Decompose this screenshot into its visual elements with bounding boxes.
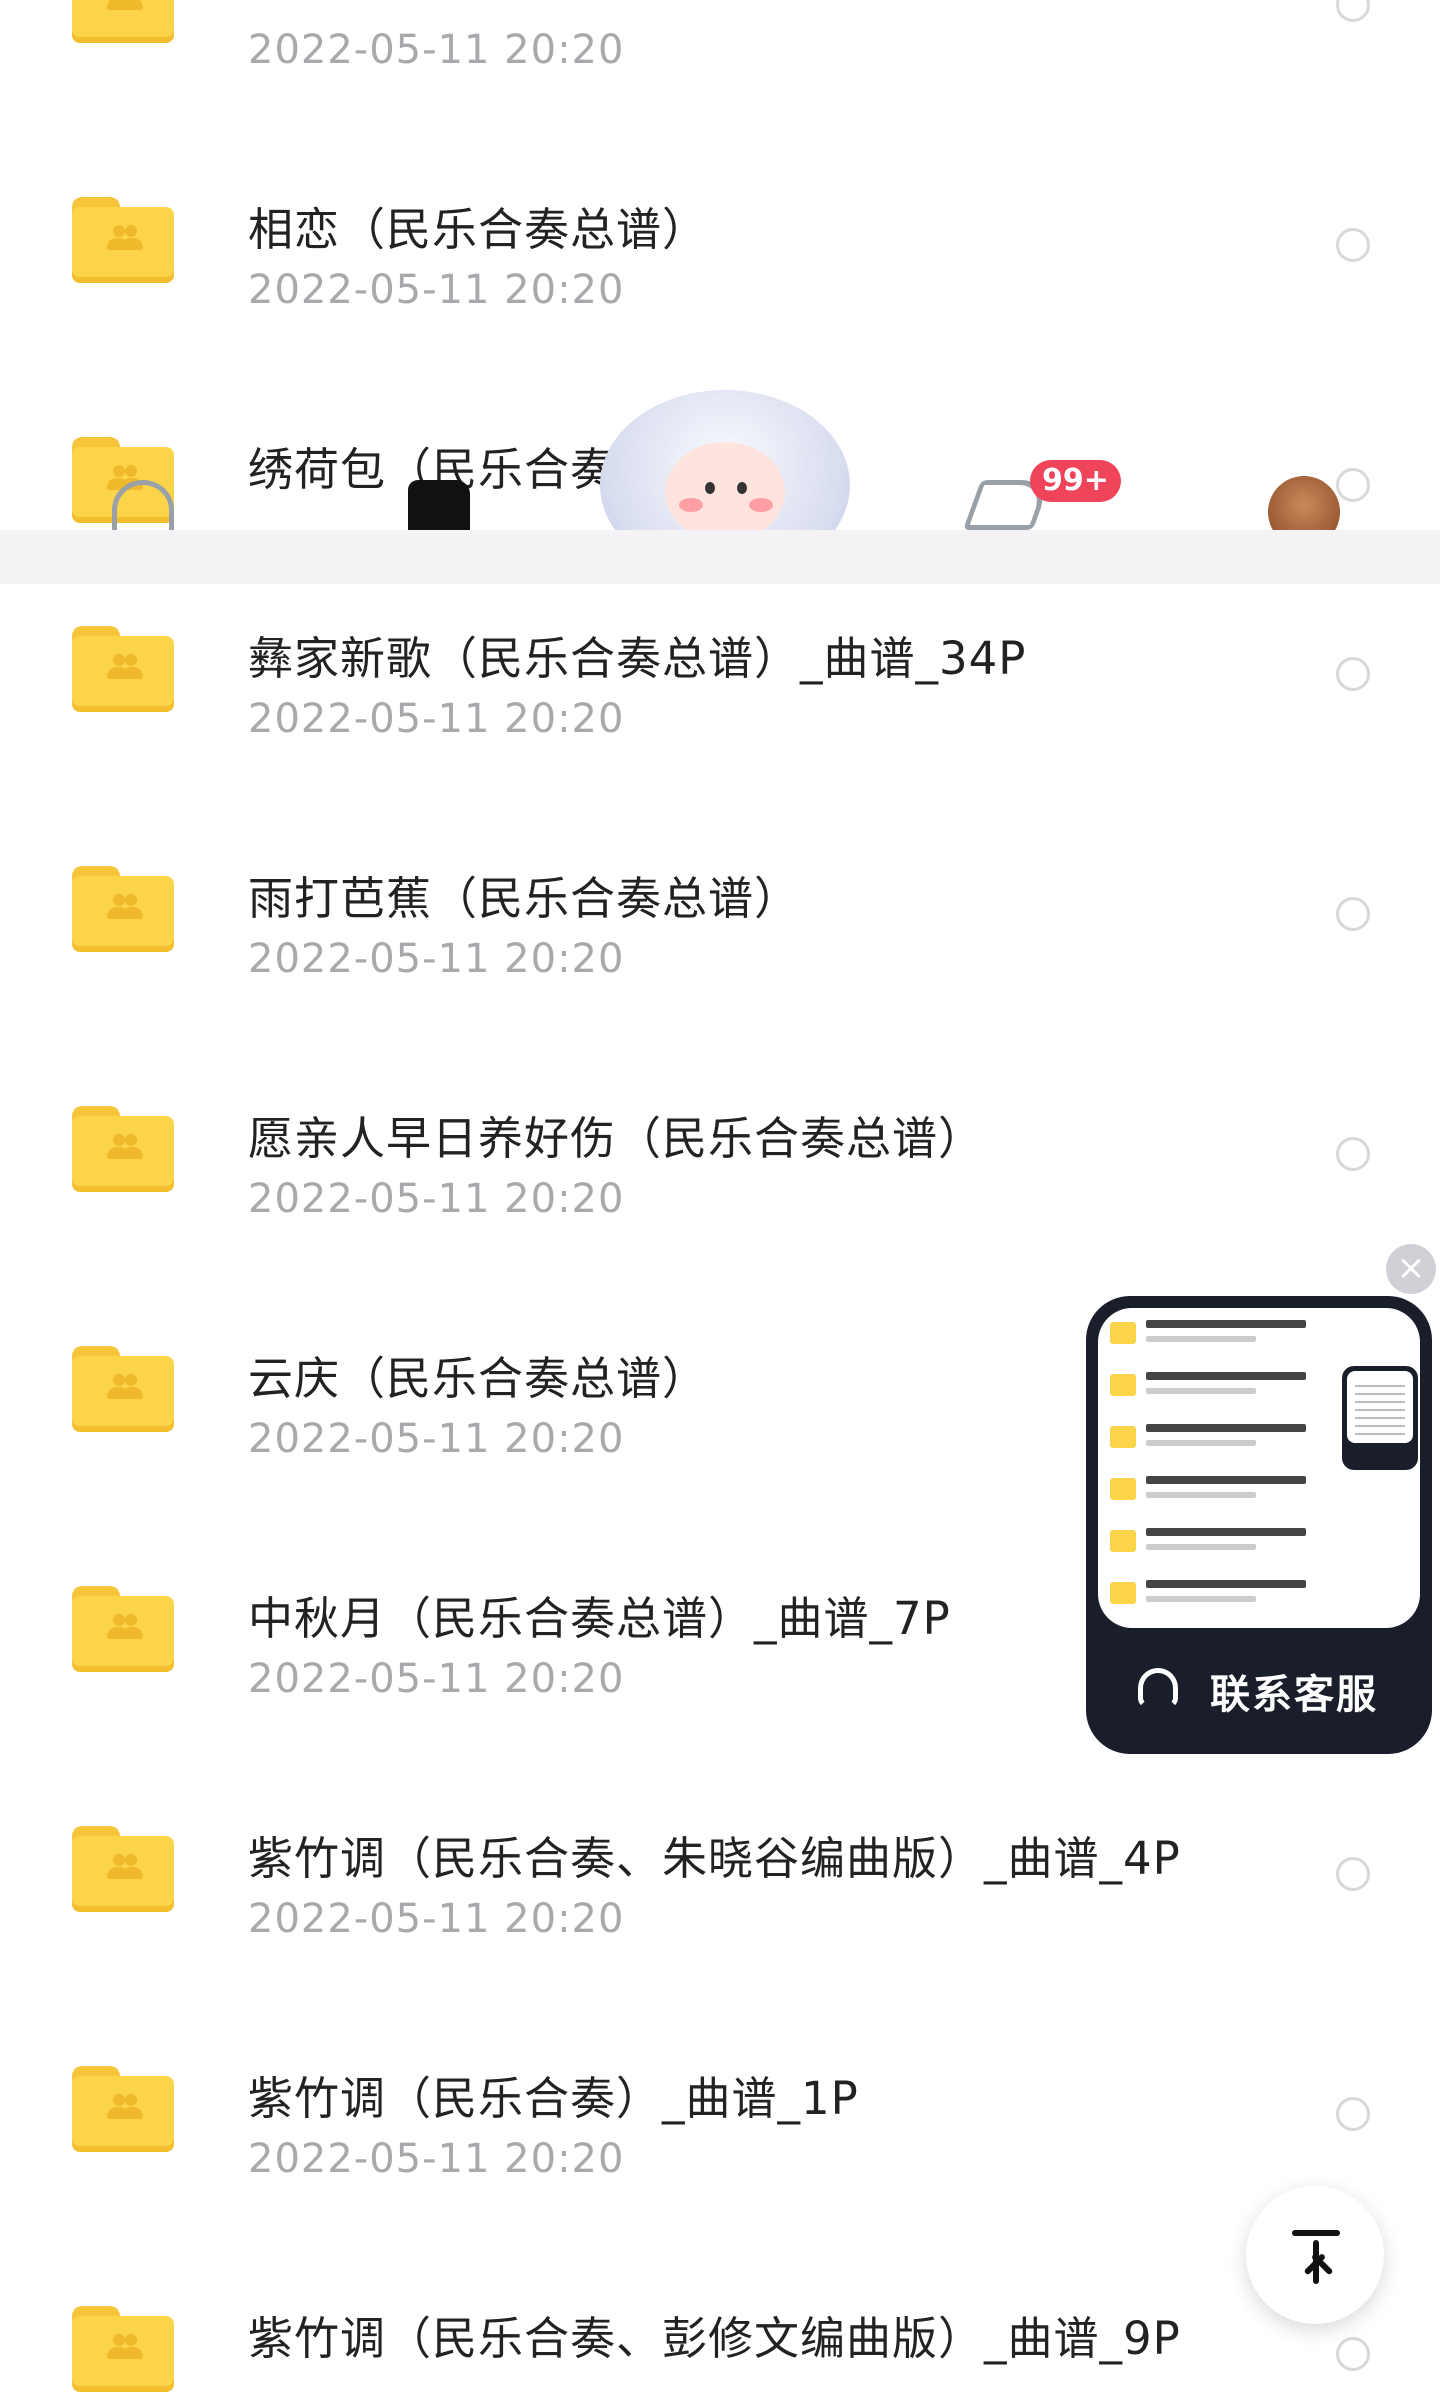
list-item[interactable]: 紫竹调（民乐合奏、朱晓谷编曲版）_曲谱_4P 2022-05-11 20:20 xyxy=(0,1734,1440,1974)
notification-badge: 99+ xyxy=(1030,460,1121,502)
file-date: 2022-05-11 20:20 xyxy=(248,2136,625,2182)
file-date: 2022-05-11 20:20 xyxy=(248,696,625,742)
file-title: 紫竹调（民乐合奏、彭修文编曲版）_曲谱_9P xyxy=(248,2312,1181,2365)
file-date: 2022-05-11 20:20 xyxy=(248,936,625,982)
select-radio[interactable] xyxy=(1336,897,1370,931)
screenshot-divider xyxy=(0,530,1440,584)
list-item[interactable]: 相恋（民乐合奏总谱） 2022-05-11 20:20 xyxy=(0,105,1440,345)
list-item[interactable]: 2022-05-11 20:20 xyxy=(0,0,1440,105)
contact-support-label: 联系客服 xyxy=(1210,1672,1378,1718)
widget-preview xyxy=(1098,1308,1420,1628)
file-date: 2022-05-11 20:20 xyxy=(248,27,625,73)
select-radio[interactable] xyxy=(1336,0,1370,22)
file-title: 紫竹调（民乐合奏、朱晓谷编曲版）_曲谱_4P xyxy=(248,1832,1181,1885)
shared-folder-icon xyxy=(72,1346,174,1432)
avatar[interactable] xyxy=(1268,476,1340,530)
select-radio[interactable] xyxy=(1336,1857,1370,1891)
contact-support-button[interactable]: 联系客服 xyxy=(1086,1632,1432,1742)
file-date: 2022-05-11 20:20 xyxy=(248,1656,625,1702)
shared-folder-icon xyxy=(72,626,174,712)
list-item[interactable]: 紫竹调（民乐合奏）_曲谱_1P 2022-05-11 20:20 xyxy=(0,1974,1440,2214)
list-item[interactable]: 紫竹调（民乐合奏、彭修文编曲版）_曲谱_9P xyxy=(0,2214,1440,2393)
file-date: 2022-05-11 20:20 xyxy=(248,1896,625,1942)
shared-folder-icon xyxy=(72,2066,174,2152)
file-date: 2022-05-11 20:20 xyxy=(248,1416,625,1462)
shared-folder-icon xyxy=(72,1586,174,1672)
headset-icon xyxy=(1138,1668,1178,1708)
bottom-nav: 99+ xyxy=(0,390,1440,530)
file-title: 雨打芭蕉（民乐合奏总谱） xyxy=(248,872,801,925)
select-radio[interactable] xyxy=(1336,228,1370,262)
shared-folder-icon xyxy=(72,1826,174,1912)
shared-folder-icon xyxy=(72,1106,174,1192)
file-date: 2022-05-11 20:20 xyxy=(248,1176,625,1222)
file-title: 云庆（民乐合奏总谱） xyxy=(248,1352,709,1405)
list-item[interactable]: 彝家新歌（民乐合奏总谱）_曲谱_34P 2022-05-11 20:20 xyxy=(0,584,1440,774)
shared-folder-icon xyxy=(72,2306,174,2392)
select-radio[interactable] xyxy=(1336,2337,1370,2371)
list-item[interactable]: 雨打芭蕉（民乐合奏总谱） 2022-05-11 20:20 xyxy=(0,774,1440,1014)
close-icon[interactable]: × xyxy=(1386,1244,1436,1294)
file-title: 彝家新歌（民乐合奏总谱）_曲谱_34P xyxy=(248,632,1027,685)
shared-folder-icon xyxy=(72,866,174,952)
top-file-list: 2022-05-11 20:20 相恋（民乐合奏总谱） 2022-05-11 2… xyxy=(0,0,1440,530)
arrow-up-icon xyxy=(1292,2230,1340,2236)
select-radio[interactable] xyxy=(1336,2097,1370,2131)
file-title: 愿亲人早日养好伤（民乐合奏总谱） xyxy=(248,1112,985,1165)
shared-folder-icon xyxy=(72,0,174,43)
file-date: 2022-05-11 20:20 xyxy=(248,267,625,313)
customer-service-widget[interactable]: 联系客服 xyxy=(1086,1296,1432,1754)
files-icon[interactable] xyxy=(408,480,470,530)
file-title: 中秋月（民乐合奏总谱）_曲谱_7P xyxy=(248,1592,951,1645)
select-radio[interactable] xyxy=(1336,657,1370,691)
file-title: 紫竹调（民乐合奏）_曲谱_1P xyxy=(248,2072,859,2125)
mascot-icon[interactable] xyxy=(600,390,850,530)
file-title: 相恋（民乐合奏总谱） xyxy=(248,203,709,256)
home-icon[interactable] xyxy=(112,480,174,530)
list-item[interactable]: 愿亲人早日养好伤（民乐合奏总谱） 2022-05-11 20:20 xyxy=(0,1014,1440,1254)
shared-folder-icon xyxy=(72,197,174,283)
select-radio[interactable] xyxy=(1336,1137,1370,1171)
back-to-top-button[interactable] xyxy=(1246,2186,1384,2324)
